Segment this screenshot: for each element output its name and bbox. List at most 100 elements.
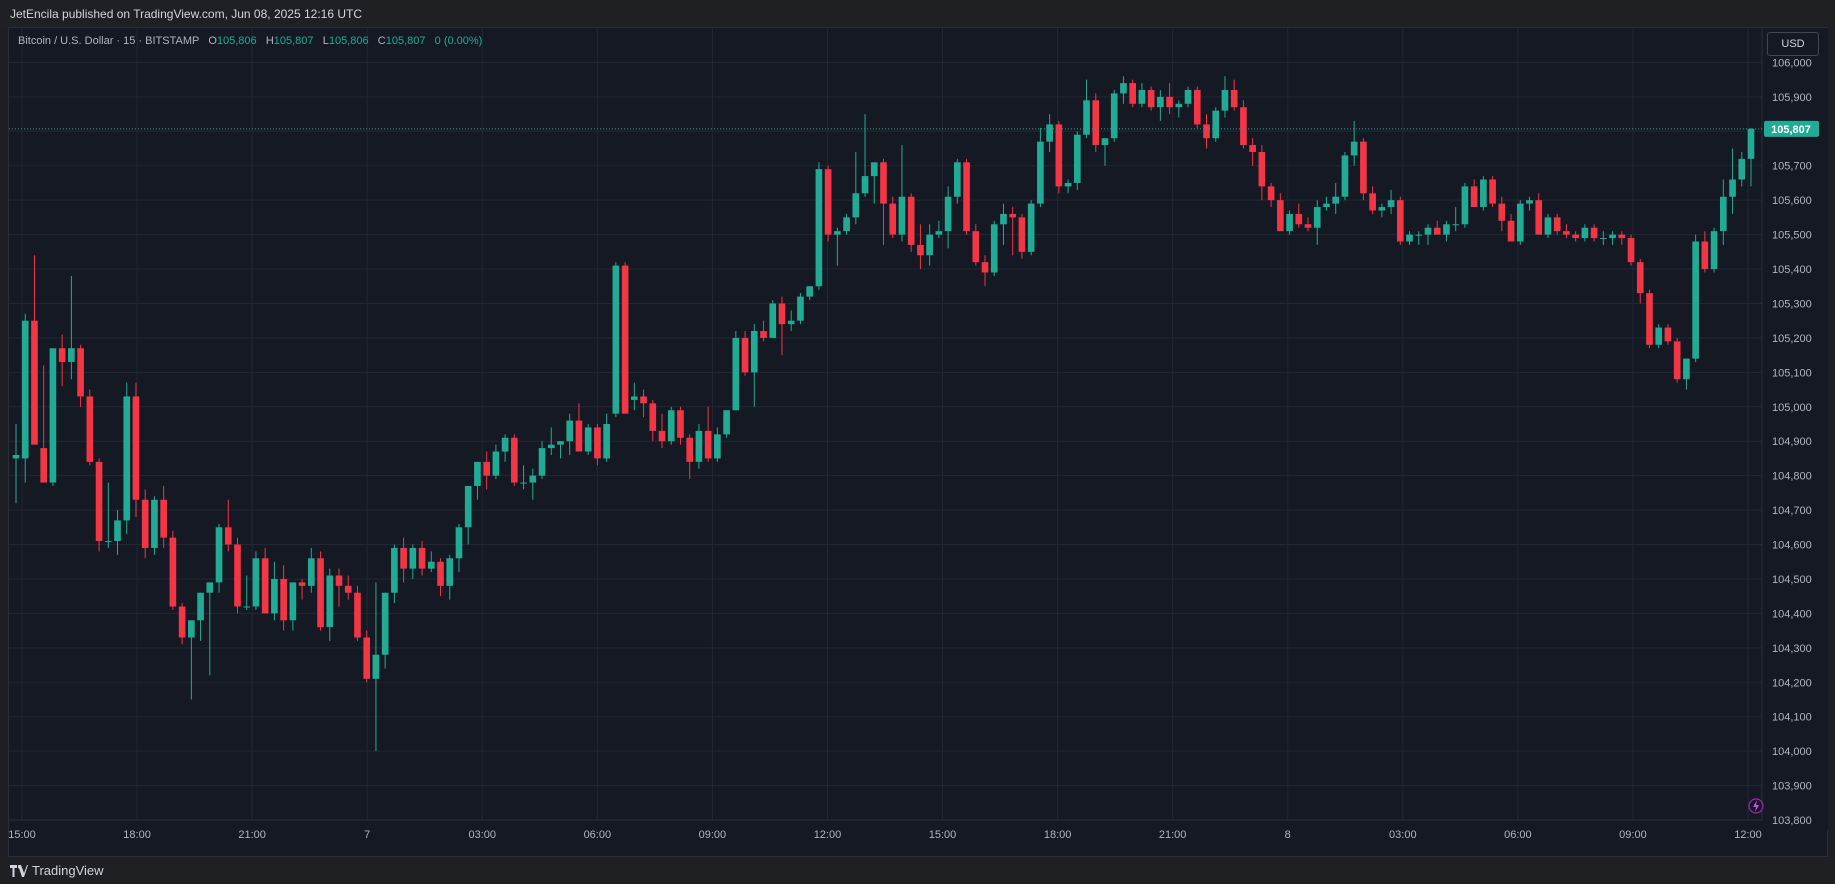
candle-body [1627, 238, 1635, 263]
candle [354, 585, 361, 641]
candle-body [1341, 155, 1349, 197]
candle-body [474, 461, 481, 486]
candle [944, 186, 952, 249]
candle [787, 310, 795, 332]
candle [1378, 203, 1386, 218]
candle-body [1618, 234, 1626, 239]
candlestick-chart[interactable]: 103,800 103,900 104,000 104,100 104,200 104,3… [0, 0, 1835, 884]
candle-body [538, 448, 546, 476]
candle [1664, 324, 1672, 345]
footer: TradingView [0, 857, 1835, 884]
candle-body [141, 499, 149, 548]
y-tick-label: 104,300 [1772, 643, 1812, 655]
candle [1719, 179, 1727, 245]
candle-body [1683, 358, 1690, 380]
candle [1286, 210, 1293, 235]
candle-body [1544, 217, 1552, 235]
candle [215, 523, 223, 593]
candle [49, 348, 57, 486]
candle [1618, 231, 1626, 245]
candle [1083, 79, 1090, 139]
price-axis-bg [1762, 28, 1828, 830]
candle [1553, 213, 1561, 235]
candle-body [575, 420, 583, 452]
candle [1203, 114, 1210, 149]
candle [1729, 148, 1736, 214]
x-tick-label: 15:00 [929, 829, 957, 841]
candle-body [1129, 83, 1136, 104]
candle-body [944, 196, 952, 232]
candle [612, 262, 620, 418]
candle-body [307, 558, 315, 586]
candle-body [1609, 234, 1616, 239]
candle [954, 158, 961, 204]
candle [271, 561, 278, 621]
y-tick-label: 105,900 [1772, 92, 1812, 104]
candle [243, 575, 251, 610]
candle-body [1516, 203, 1524, 242]
candle-body [400, 547, 407, 569]
candle-body [326, 575, 334, 628]
candle [926, 224, 933, 266]
candle [31, 255, 38, 445]
candle-body [354, 592, 361, 638]
candle-body [418, 547, 426, 569]
candle-body [1424, 227, 1432, 235]
candle-body [1572, 234, 1579, 239]
y-tick-label: 105,400 [1772, 264, 1812, 276]
candle [1609, 231, 1616, 245]
candle-body [667, 410, 675, 442]
candle-body [1415, 234, 1423, 236]
candle [1710, 227, 1718, 273]
candle-body [631, 396, 638, 400]
candle-body [1433, 227, 1441, 235]
candle-body [1655, 327, 1663, 345]
candle-body [612, 265, 620, 414]
tradingview-icon [10, 864, 28, 877]
candle [732, 331, 740, 411]
candle [603, 413, 610, 462]
candle-body [1120, 83, 1127, 94]
candle-body [77, 348, 84, 397]
candle-body [815, 169, 823, 287]
candle [1360, 138, 1367, 201]
x-tick-label: 06:00 [1504, 829, 1532, 841]
candle [455, 523, 463, 573]
candle-body [1729, 179, 1736, 197]
lightning-icon[interactable] [1748, 798, 1764, 814]
x-tick-label: 03:00 [1389, 829, 1417, 841]
candle-body [86, 396, 94, 462]
y-tick-label: 105,500 [1772, 230, 1812, 242]
candle-body [954, 162, 961, 197]
y-tick-label: 104,000 [1772, 746, 1812, 758]
candle-body [317, 558, 324, 628]
candle [640, 389, 647, 418]
candle-body [1747, 128, 1755, 159]
candle-body [446, 558, 454, 586]
candle-body [1267, 186, 1275, 201]
currency-button[interactable]: USD [1767, 32, 1819, 56]
candle-body [1018, 217, 1026, 252]
candle [843, 213, 850, 235]
candle [1627, 234, 1635, 266]
candle [750, 324, 758, 407]
candle [594, 424, 601, 466]
candle-body [834, 231, 841, 235]
candle [880, 158, 887, 245]
candle [1433, 220, 1441, 235]
candle [658, 413, 666, 449]
candle-body [529, 475, 537, 483]
candle-body [760, 331, 767, 338]
candle [188, 620, 195, 700]
candle-body [58, 348, 66, 363]
y-tick-label: 104,900 [1772, 436, 1812, 448]
symbol-title[interactable]: Bitcoin / U.S. Dollar · 15 · BITSTAMP [18, 35, 199, 47]
candle [1415, 231, 1423, 245]
candle-body [1710, 231, 1718, 270]
candle-body [243, 606, 251, 608]
tradingview-logo[interactable]: TradingView [10, 863, 104, 878]
y-tick-label: 105,300 [1772, 298, 1812, 310]
candle [1101, 138, 1109, 166]
candle [492, 444, 500, 480]
candle-body [1323, 203, 1330, 208]
